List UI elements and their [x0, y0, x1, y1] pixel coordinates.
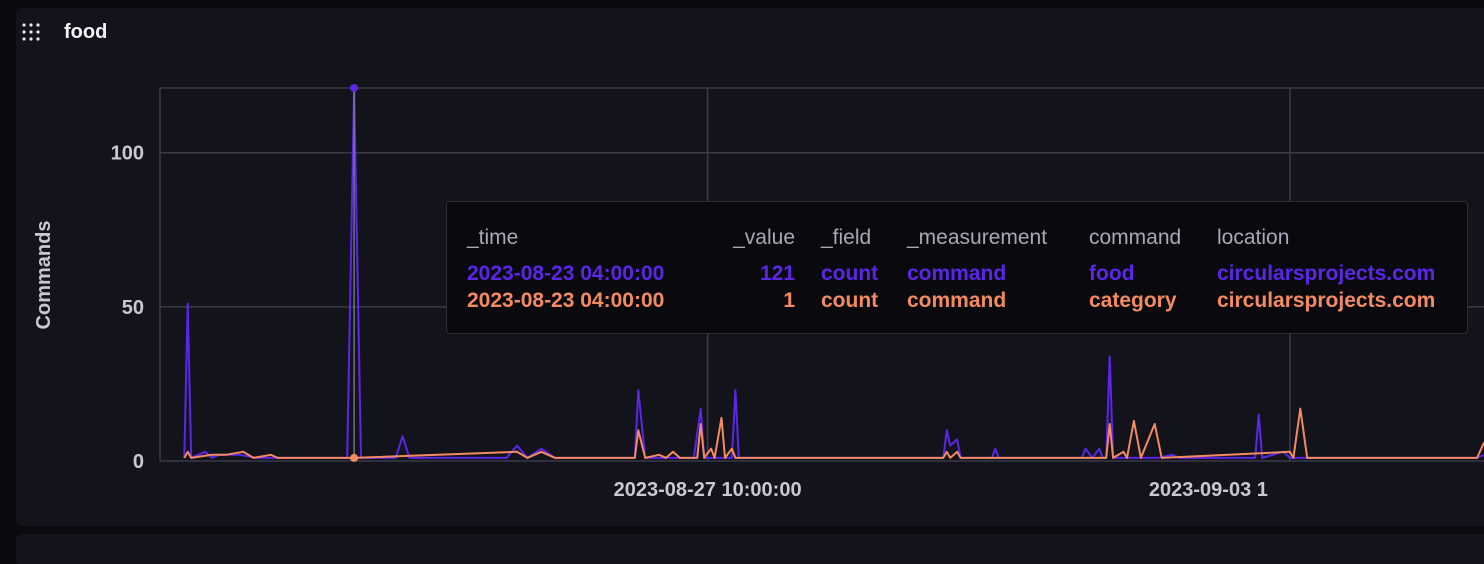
- hover-point: [350, 84, 359, 92]
- tooltip-cell: count: [821, 262, 879, 285]
- tooltip-cell: 121: [759, 262, 795, 285]
- series-line-2: [183, 407, 1484, 459]
- tooltip-cell: circularsprojects.com: [1217, 289, 1436, 312]
- tooltip-column-header: _time: [467, 226, 519, 249]
- x-tick-label: 2023-09-03 1: [1149, 479, 1268, 501]
- tooltip-column-header: command: [1089, 226, 1182, 249]
- y-tick-label: 100: [111, 143, 144, 165]
- x-axis-ticks: 2023-08-27 10:00:00 2023-09-03 1: [614, 479, 1268, 501]
- tooltip-cell: 2023-08-23 04:00:00: [467, 262, 665, 285]
- tooltip-column-header: location: [1217, 226, 1290, 249]
- tooltip-cell: category: [1089, 289, 1177, 312]
- tooltip-column-header: _field: [821, 226, 872, 249]
- hover-tooltip: _time _value _field _measurement command loca…: [446, 201, 1468, 334]
- x-tick-label: 2023-08-27 10:00:00: [614, 479, 802, 501]
- tooltip-cell: command: [907, 262, 1007, 285]
- y-tick-label: 0: [133, 451, 144, 473]
- tooltip-cell: count: [821, 289, 879, 312]
- hover-point: [350, 453, 359, 462]
- y-axis-ticks: 0 50 100: [111, 143, 144, 473]
- y-tick-label: 50: [122, 297, 144, 319]
- tooltip-cell: 1: [783, 289, 795, 312]
- tooltip-cell: circularsprojects.com: [1217, 262, 1436, 285]
- tooltip-cell: command: [907, 289, 1007, 312]
- y-axis-label: Commands: [33, 221, 55, 330]
- tooltip-column-header: _measurement: [907, 226, 1048, 249]
- tooltip-column-header: _value: [733, 226, 795, 249]
- tooltip-cell: 2023-08-23 04:00:00: [467, 289, 665, 312]
- tooltip-cell: food: [1089, 262, 1135, 285]
